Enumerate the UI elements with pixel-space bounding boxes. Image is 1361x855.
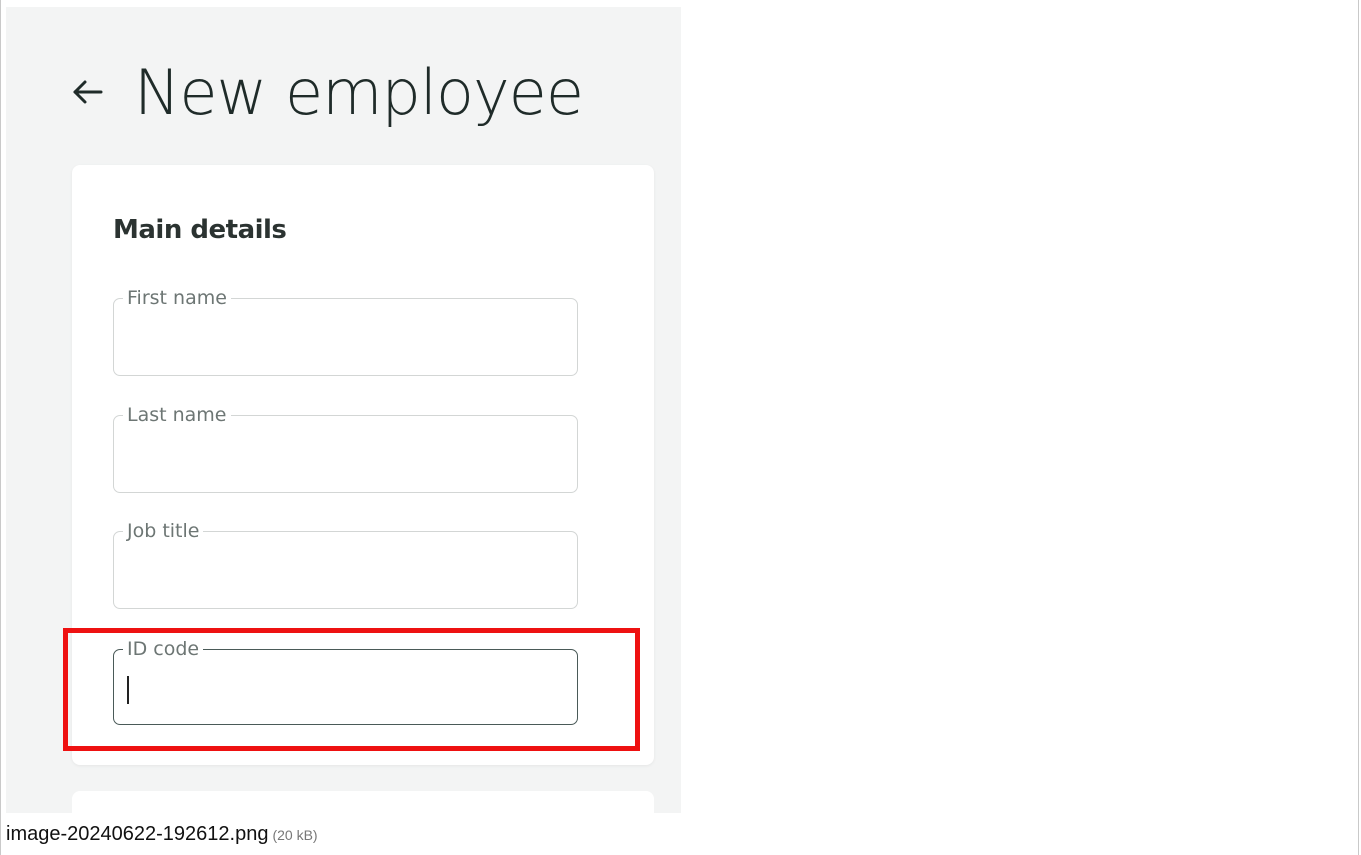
first-name-field[interactable]: First name	[113, 287, 578, 376]
page-title: New employee	[134, 55, 584, 129]
right-border	[1358, 0, 1359, 855]
last-name-input[interactable]	[126, 440, 566, 480]
attachment-caption: image-20240622-192612.png (20 kB)	[6, 823, 318, 846]
next-card	[72, 791, 654, 813]
last-name-field[interactable]: Last name	[113, 404, 578, 493]
red-highlight-box	[63, 628, 640, 751]
job-title-input[interactable]	[126, 556, 566, 596]
page-header: New employee	[70, 47, 584, 137]
job-title-label: Job title	[123, 520, 204, 542]
first-name-label: First name	[123, 287, 231, 309]
section-title: Main details	[113, 215, 287, 245]
arrow-left-icon[interactable]	[70, 74, 106, 110]
job-title-field[interactable]: Job title	[113, 520, 578, 609]
attachment-filename[interactable]: image-20240622-192612.png	[6, 823, 268, 845]
last-name-label: Last name	[123, 404, 231, 426]
left-border	[0, 0, 1, 855]
attachment-size: (20 kB)	[272, 827, 318, 843]
first-name-input[interactable]	[126, 323, 566, 363]
